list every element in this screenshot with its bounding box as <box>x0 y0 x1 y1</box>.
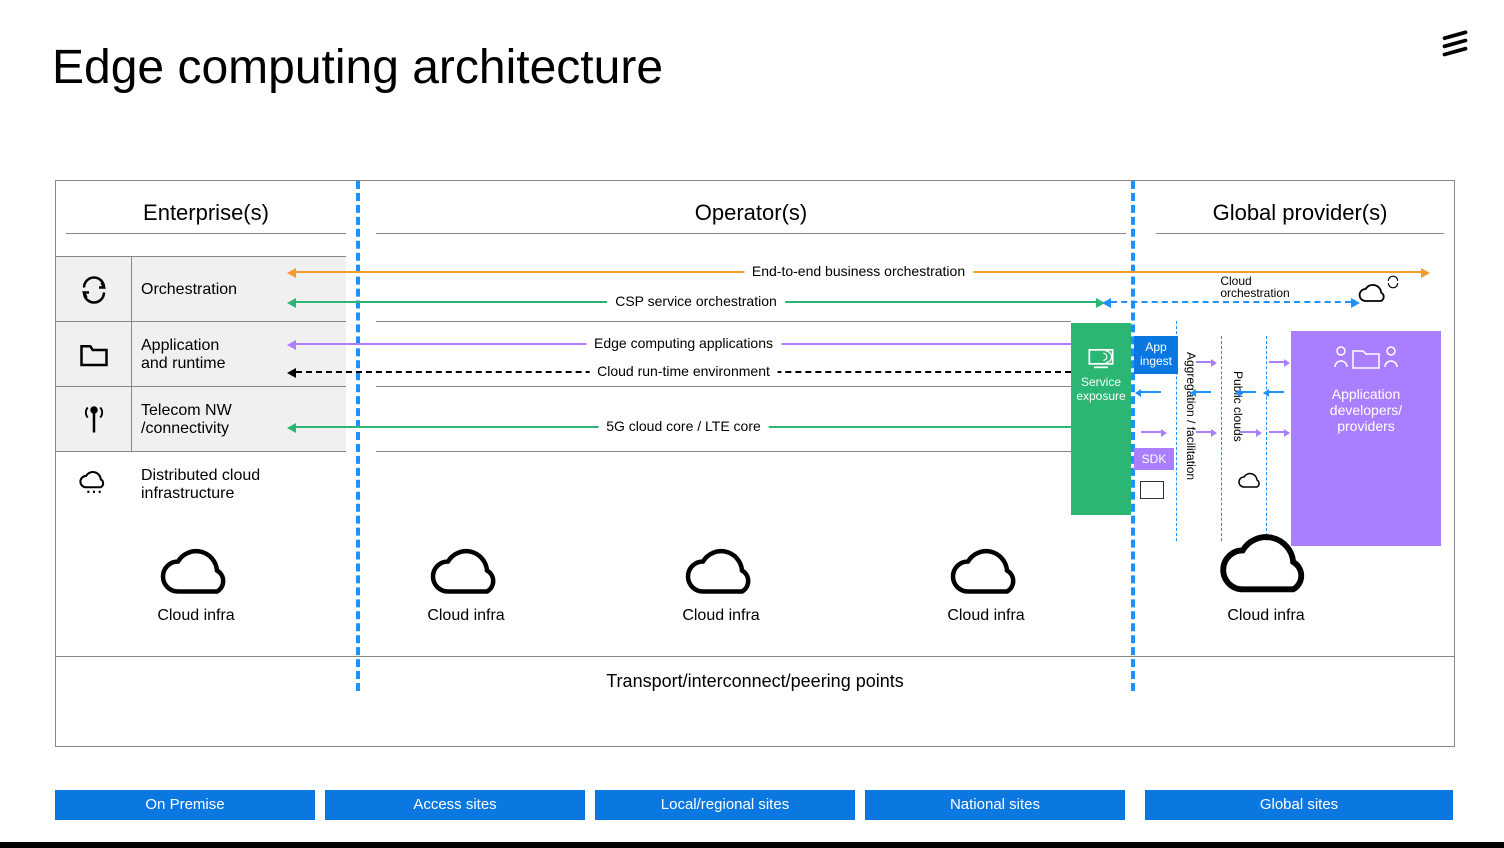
vsep-4 <box>1221 336 1222 541</box>
row-orchestration: Orchestration <box>56 256 346 322</box>
app-developers-box: Application developers/ providers <box>1291 331 1441 546</box>
arrow-edge-apps-label: Edge computing applications <box>586 335 781 351</box>
mini-arrow-6 <box>1241 391 1256 393</box>
orchestration-icon <box>56 257 132 322</box>
cloud-infra-1: Cloud infra <box>121 546 271 625</box>
vsep-1 <box>356 181 360 691</box>
row-orchestration-label: Orchestration <box>141 281 237 299</box>
transport-label: Transport/interconnect/peering points <box>56 671 1454 692</box>
hr-1 <box>376 321 1071 322</box>
app-developers-label: Application developers/ providers <box>1330 386 1402 434</box>
mini-arrow-8 <box>1269 361 1284 363</box>
public-cloud-icon <box>1236 471 1266 498</box>
footer-onprem: On Premise <box>55 790 315 820</box>
footer-local: Local/regional sites <box>595 790 855 820</box>
footer-national: National sites <box>865 790 1125 820</box>
mini-arrow-9 <box>1269 391 1284 393</box>
footer-global: Global sites <box>1145 790 1453 820</box>
arrow-cloud-rte-label: Cloud run-time environment <box>589 363 778 379</box>
app-ingest-box: App ingest <box>1134 336 1178 374</box>
cloud-infra-5: Cloud infra <box>1181 531 1351 625</box>
arrow-csp-label: CSP service orchestration <box>607 293 785 309</box>
footer-access: Access sites <box>325 790 585 820</box>
col-enterprise: Enterprise(s) <box>66 193 346 234</box>
folder-icon <box>56 322 132 387</box>
hr-3 <box>376 451 1071 452</box>
cloud-infra-3: Cloud infra <box>646 546 796 625</box>
ericsson-logo-icon <box>1441 30 1469 63</box>
cloud-rain-icon <box>56 452 131 517</box>
mini-arrow-2 <box>1141 431 1161 433</box>
vsep-2 <box>1131 181 1135 691</box>
arrow-core-label: 5G cloud core / LTE core <box>598 418 769 434</box>
arrow-cloud-orch: Cloud orchestration <box>1111 301 1351 303</box>
footer-row: On Premise Access sites Local/regional s… <box>55 790 1453 820</box>
arrow-cloud-rte: Cloud run-time environment <box>296 371 1071 373</box>
row-dist-cloud: Distributed cloudinfrastructure <box>56 451 346 517</box>
cloud-infra-2: Cloud infra <box>391 546 541 625</box>
row-app-runtime: Applicationand runtime <box>56 321 346 387</box>
aggregation-label: Aggregation / facilitation <box>1184 341 1198 491</box>
sdk-box: SDK <box>1134 448 1174 470</box>
row-telecom: Telecom NW/connectivity <box>56 386 346 452</box>
cloud-orch-icon <box>1356 281 1392 314</box>
mini-arrow-5 <box>1196 431 1211 433</box>
row-app-runtime-label: Applicationand runtime <box>141 337 226 373</box>
hr-2 <box>376 386 1071 387</box>
col-global: Global provider(s) <box>1156 193 1444 234</box>
transport-sep <box>56 656 1454 657</box>
col-operator: Operator(s) <box>376 193 1126 234</box>
public-clouds-label: Public clouds <box>1231 356 1245 456</box>
architecture-diagram: Enterprise(s) Operator(s) Global provide… <box>55 180 1455 747</box>
mini-arrow-7 <box>1241 431 1256 433</box>
row-dist-cloud-label: Distributed cloudinfrastructure <box>141 467 260 503</box>
service-exposure-label: Service exposure <box>1076 375 1125 403</box>
mini-arrow-10 <box>1269 431 1284 433</box>
row-telecom-label: Telecom NW/connectivity <box>141 402 232 438</box>
slide-title: Edge computing architecture <box>52 40 663 95</box>
slide: Edge computing architecture Enterprise(s… <box>0 0 1504 848</box>
mini-arrow-1 <box>1141 391 1161 393</box>
arrow-edge-apps: Edge computing applications <box>296 343 1071 345</box>
vsep-5 <box>1266 336 1267 541</box>
arrow-cloud-orch-label: Cloud orchestration <box>1212 275 1297 299</box>
arrow-e2e-label: End-to-end business orchestration <box>744 263 973 279</box>
mini-arrow-4 <box>1196 391 1211 393</box>
arrow-e2e: End-to-end business orchestration <box>296 271 1421 273</box>
bottom-edge <box>0 842 1504 848</box>
antenna-icon <box>56 387 132 452</box>
device-icon <box>1140 481 1164 499</box>
arrow-core: 5G cloud core / LTE core <box>296 426 1071 428</box>
mini-arrow-3 <box>1196 361 1211 363</box>
cloud-infra-4: Cloud infra <box>911 546 1061 625</box>
arrow-csp: CSP service orchestration <box>296 301 1096 303</box>
service-exposure-box: Service exposure <box>1071 323 1131 515</box>
